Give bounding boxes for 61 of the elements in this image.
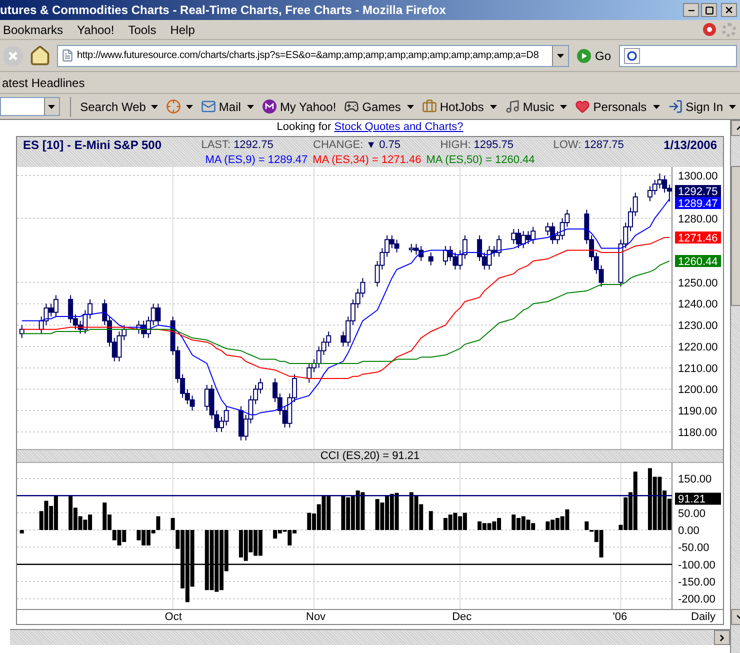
address-field[interactable]: http://www.futuresource.com/charts/charts.jsp?s=ES&o=&amp;amp;amp;amp;amp;amp;amp;amp;amp;a=D8	[57, 44, 569, 66]
axis-label: Nov	[306, 610, 326, 624]
axis-label: 1220.00	[678, 341, 718, 354]
toolbar-button[interactable]: My Yahoo!	[262, 98, 336, 116]
axis-label: 1180.00	[678, 426, 717, 439]
axis-label: 1250.00	[678, 277, 718, 290]
price-tag: 91.21	[675, 492, 721, 506]
toolbar-button[interactable]: Games	[344, 98, 414, 116]
menu-item[interactable]: Help	[170, 20, 195, 38]
axis-label: 1230.00	[678, 320, 718, 332]
stat-value: 1287.75	[584, 138, 624, 153]
axis-label: 150.00	[678, 473, 712, 486]
axis-label: -150.00	[678, 576, 716, 589]
go-button[interactable]: Go	[575, 46, 614, 64]
promo-text: Looking for Stock Quotes and Charts?	[276, 121, 464, 134]
url-text: http://www.futuresource.com/charts/charts.jsp?s=ES&o=&amp;amp;amp;amp;amp;amp;amp;amp;amp;a=D8	[77, 49, 540, 63]
menu-item[interactable]: Tools	[128, 20, 156, 38]
axis-label: 1300.00	[678, 170, 718, 183]
chart-date: 1/13/2006	[664, 137, 717, 154]
legend-item: MA (ES,9) = 1289.47	[205, 153, 308, 167]
quotes-link[interactable]: Stock Quotes and Charts?	[334, 121, 464, 133]
axis-label: 1200.00	[678, 384, 718, 396]
menu-item[interactable]: Bookmarks	[3, 20, 64, 38]
axis-label: 1210.00	[678, 362, 718, 375]
axis-label: -50.00	[678, 542, 710, 554]
price-tag: 1271.46	[675, 232, 721, 244]
axis-label: 1190.00	[678, 406, 717, 418]
toolbar-button[interactable]: Sign In	[668, 98, 736, 116]
axis-label: Dec	[452, 610, 472, 624]
stat-label: CHANGE:	[313, 138, 364, 153]
bookmark-item[interactable]: atest Headlines	[2, 74, 85, 92]
window-title: utures & Commodities Charts - Real-Time Charts, Free Charts - Mozilla Firefox	[0, 2, 446, 19]
axis-label: 0.00	[678, 525, 700, 537]
interval-label: Daily	[691, 610, 716, 624]
toolbar-button[interactable]: Mail	[200, 98, 254, 116]
axis-label: 50.00	[678, 508, 706, 520]
stat-label: LAST:	[201, 138, 231, 153]
axis-label: -200.00	[678, 594, 716, 606]
legend-item: MA (ES,50) = 1260.44	[426, 153, 535, 167]
axis-label: Oct	[164, 610, 182, 624]
search-web-button[interactable]: Search Web	[80, 98, 158, 116]
stat-label: LOW:	[553, 138, 582, 153]
stat-label: HIGH:	[440, 138, 471, 153]
axis-label: 1280.00	[678, 213, 718, 226]
toolbar-button[interactable]: HotJobs	[422, 98, 497, 116]
stat-value: 0.75	[379, 138, 400, 153]
toolbar-button[interactable]: Personals	[575, 98, 660, 116]
stat-value: 1295.75	[474, 138, 514, 153]
change-arrow: ▼	[366, 138, 376, 152]
symbol-title: ES [10] - E-Mini S&P 500	[23, 137, 162, 154]
price-tag: 1289.47	[675, 197, 721, 210]
price-tag: 1260.44	[675, 255, 721, 268]
stat-value: 1292.75	[234, 138, 274, 153]
menu-item[interactable]: Yahoo!	[77, 20, 114, 38]
legend-item: MA (ES,34) = 1271.46	[312, 153, 422, 167]
indicator-title: CCI (ES,20) = 91.21	[320, 450, 420, 462]
axis-label: -100.00	[678, 559, 716, 572]
axis-label: '06	[612, 610, 628, 624]
toolbar-button[interactable]: Music	[504, 98, 568, 116]
axis-label: 1240.00	[678, 298, 718, 311]
price-tag: 1292.75	[675, 185, 721, 198]
